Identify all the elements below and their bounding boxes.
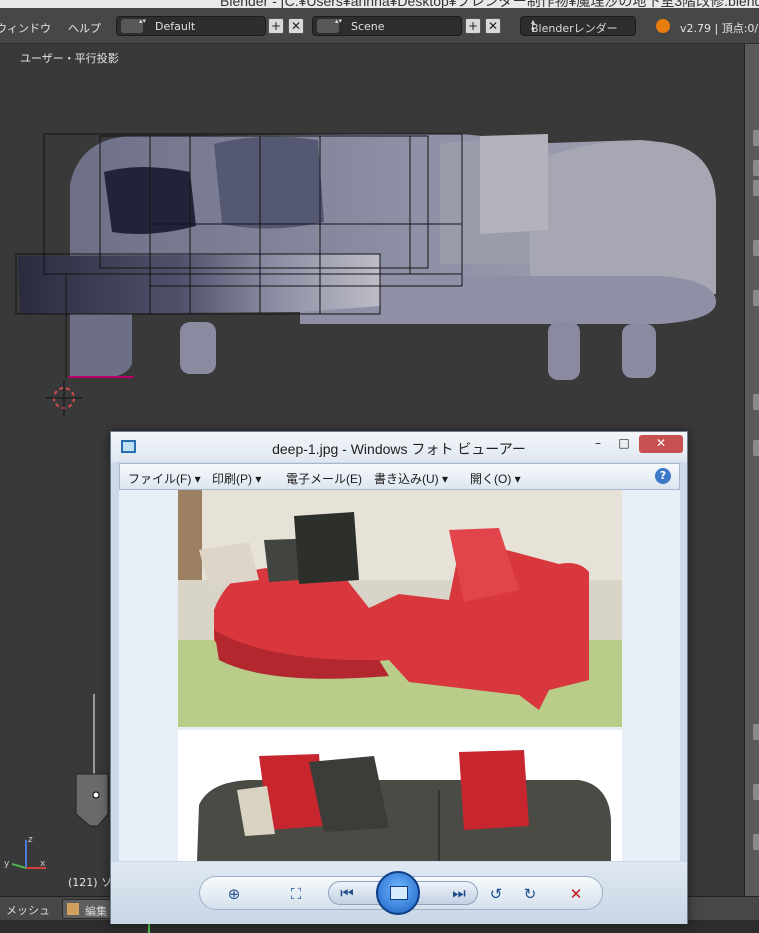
panel-tab[interactable]	[753, 180, 759, 196]
screen-layout-label: Default	[155, 20, 196, 33]
photo-canvas[interactable]	[119, 490, 680, 861]
axis-x-label: x	[40, 859, 46, 869]
sofa-photo	[178, 490, 622, 861]
menu-file[interactable]: ファイル(F) ▾	[128, 470, 201, 487]
remove-scene-button[interactable]: ✕	[485, 18, 501, 34]
scene-icon	[317, 17, 341, 33]
render-engine-dropdown[interactable]: Blenderレンダー ▴ ▾	[520, 16, 636, 36]
help-icon[interactable]: ?	[655, 468, 671, 484]
panel-tab[interactable]	[753, 834, 759, 850]
minimize-button[interactable]: –	[589, 435, 607, 453]
add-layout-button[interactable]: +	[268, 18, 284, 34]
menu-print[interactable]: 印刷(P) ▾	[212, 470, 261, 487]
panel-tab[interactable]	[753, 160, 759, 176]
edit-mode-dropdown[interactable]: 編集	[62, 899, 112, 919]
axis-y-label: y	[4, 859, 10, 869]
menu-file-label: ファイル(F)	[128, 472, 192, 486]
panel-tab[interactable]	[753, 440, 759, 456]
blender-logo-icon	[656, 19, 670, 33]
add-scene-button[interactable]: +	[465, 18, 481, 34]
panel-tab[interactable]	[753, 394, 759, 410]
properties-panel-edge[interactable]	[744, 44, 759, 896]
version-info: v2.79 | 頂点:0/1	[680, 22, 759, 35]
delete-icon[interactable]: ✕	[564, 886, 588, 902]
rotate-clockwise-icon[interactable]: ↻	[518, 886, 542, 902]
slideshow-button[interactable]	[376, 871, 420, 915]
menu-burn[interactable]: 書き込み(U) ▾	[374, 470, 448, 487]
mesh-menu[interactable]: メッシュ	[6, 902, 50, 918]
panel-tab[interactable]	[753, 290, 759, 306]
viewer-title-bar[interactable]: deep-1.jpg - Windows フォト ビューアー – □ ✕	[111, 432, 687, 462]
axis-gizmo-icon: z x y	[4, 835, 46, 869]
menu-open[interactable]: 開く(O) ▾	[470, 470, 521, 487]
menu-window[interactable]: ウィンドウ	[0, 20, 51, 36]
panel-tab[interactable]	[753, 784, 759, 800]
edit-mode-label: 編集	[85, 905, 107, 918]
chevron-updown-icon: ▴ ▾	[531, 17, 536, 34]
menu-email[interactable]: 電子メール(E)	[286, 470, 362, 487]
frame-object-label: (121) ソ	[68, 876, 113, 889]
maximize-button[interactable]: □	[615, 435, 633, 453]
layout-icon	[121, 17, 145, 33]
edit-mode-icon	[67, 903, 79, 915]
viewer-toolbar: ⊕ ⛶ ⏮ ⏭ ↺ ↻ ✕	[111, 862, 687, 924]
menu-help[interactable]: ヘルプ	[68, 20, 101, 36]
photo-viewer-window[interactable]: deep-1.jpg - Windows フォト ビューアー – □ ✕ ファイ…	[110, 431, 688, 924]
panel-tab[interactable]	[753, 240, 759, 256]
menu-burn-label: 書き込み(U)	[374, 472, 439, 486]
axis-z-label: z	[28, 835, 33, 845]
panel-tab[interactable]	[753, 724, 759, 740]
sofa-mesh	[15, 133, 716, 380]
screen-layout-dropdown[interactable]: Default	[116, 16, 266, 36]
window-title: Blender - [C:¥Users¥ahnna¥Desktop¥ブレンダー制…	[220, 0, 759, 8]
3d-cursor-icon[interactable]	[46, 380, 82, 416]
menu-print-label: 印刷(P)	[212, 472, 252, 486]
camera-object-icon[interactable]	[75, 694, 109, 827]
close-button[interactable]: ✕	[639, 435, 683, 453]
next-icon[interactable]: ⏭	[447, 885, 471, 901]
remove-layout-button[interactable]: ✕	[288, 18, 304, 34]
scene-dropdown[interactable]: Scene	[312, 16, 462, 36]
scene-label: Scene	[351, 20, 385, 33]
panel-tab[interactable]	[753, 130, 759, 146]
previous-icon[interactable]: ⏮	[335, 885, 359, 901]
viewer-menu-bar: ファイル(F) ▾ 印刷(P) ▾ 電子メール(E) 書き込み(U) ▾ 開く(…	[119, 463, 680, 490]
blender-info-header: ウィンドウ ヘルプ Default + ✕ Scene + ✕ Blenderレ…	[0, 8, 759, 44]
window-title-bar: Blender - [C:¥Users¥ahnna¥Desktop¥ブレンダー制…	[0, 0, 759, 8]
menu-email-label: 電子メール(E)	[286, 472, 362, 486]
actual-size-icon[interactable]: ⛶	[284, 886, 308, 902]
menu-open-label: 開く(O)	[470, 472, 512, 486]
toolbar-pill: ⊕ ⛶ ⏮ ⏭ ↺ ↻ ✕	[199, 871, 603, 915]
rotate-counterclockwise-icon[interactable]: ↺	[484, 886, 508, 902]
slideshow-icon	[390, 886, 408, 900]
zoom-icon[interactable]: ⊕	[222, 886, 246, 902]
